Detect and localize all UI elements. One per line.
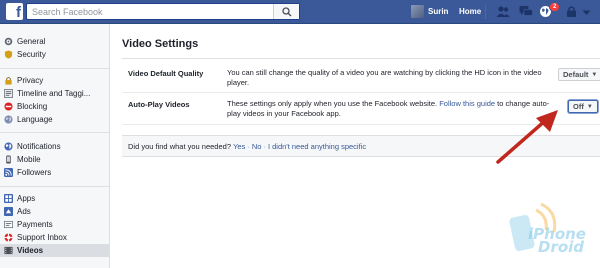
sidebar-group-notifications: Notifications Mobile Followers: [0, 140, 109, 179]
separator-dot: ·: [247, 141, 250, 151]
page-title: Video Settings: [122, 38, 199, 50]
search-icon: [281, 6, 291, 16]
video-icon: [4, 246, 13, 255]
shield-icon: [4, 50, 13, 59]
dropdown-value: Default: [563, 70, 589, 79]
payments-icon: [4, 220, 13, 229]
globe-icon: [4, 115, 13, 124]
sidebar-divider: [0, 132, 109, 133]
sidebar-item-security[interactable]: Security: [0, 48, 109, 61]
feedback-question: Did you find what you needed?: [128, 141, 231, 151]
sidebar-group-privacy: Privacy Timeline and Taggi... Blocking L…: [0, 74, 109, 126]
sidebar-item-label: General: [17, 37, 46, 46]
notification-badge: 2: [549, 2, 561, 12]
video-quality-dropdown[interactable]: Default ▼: [558, 68, 600, 81]
sidebar-item-followers[interactable]: Followers: [0, 166, 109, 179]
setting-description: You can still change the quality of a vi…: [227, 68, 542, 87]
chevron-down-icon: ▼: [591, 71, 598, 78]
ads-icon: [4, 207, 13, 216]
sidebar-item-label: Support Inbox: [17, 233, 67, 242]
block-icon: [4, 102, 13, 111]
search-input[interactable]: [27, 4, 273, 19]
sidebar-item-general[interactable]: General: [0, 35, 109, 48]
top-navigation-bar: f Surin Home 2: [0, 0, 600, 24]
sidebar-item-label: Security: [17, 50, 46, 59]
sidebar-item-label: Ads: [17, 207, 31, 216]
gear-icon: [4, 37, 13, 46]
setting-description-text: These settings only apply when you use t…: [227, 99, 440, 108]
avatar[interactable]: [411, 5, 424, 18]
dropdown-value: Off: [573, 102, 584, 111]
sidebar-item-label: Privacy: [17, 76, 44, 85]
globe-notif-icon: [4, 142, 13, 151]
sidebar-item-label: Videos: [17, 246, 44, 255]
home-link[interactable]: Home: [459, 7, 481, 16]
feedback-didnt-need-link[interactable]: I didn't need anything specific: [268, 142, 366, 151]
search-button[interactable]: [273, 4, 299, 19]
annotation-arrow: [496, 110, 558, 164]
sidebar-item-label: Language: [17, 115, 53, 124]
sidebar-item-blocking[interactable]: Blocking: [0, 100, 109, 113]
nav-divider: [485, 5, 486, 19]
sidebar-item-label: Notifications: [17, 142, 61, 151]
sidebar-item-apps[interactable]: Apps: [0, 192, 109, 205]
privacy-shortcuts-icon[interactable]: [566, 5, 577, 18]
timeline-icon: [4, 89, 13, 98]
search-box: [26, 3, 300, 20]
profile-link[interactable]: Surin: [428, 7, 448, 16]
sidebar-item-label: Apps: [17, 194, 36, 203]
sidebar-item-support-inbox[interactable]: Support Inbox: [0, 231, 109, 244]
feedback-no-link[interactable]: No: [252, 142, 262, 151]
sidebar-divider: [0, 68, 109, 69]
account-menu-chevron-down-icon[interactable]: [582, 10, 591, 16]
separator-dot: ·: [263, 141, 266, 151]
sidebar-item-ads[interactable]: Ads: [0, 205, 109, 218]
auto-play-dropdown[interactable]: Off ▼: [568, 100, 598, 113]
sidebar-divider: [0, 186, 109, 187]
sidebar-item-mobile[interactable]: Mobile: [0, 153, 109, 166]
feedback-yes-link[interactable]: Yes: [233, 142, 245, 151]
sidebar-item-privacy[interactable]: Privacy: [0, 74, 109, 87]
rss-icon: [4, 168, 13, 177]
sidebar-item-timeline-and-tagging[interactable]: Timeline and Taggi...: [0, 87, 109, 100]
watermark-text: iPhone Droid: [528, 227, 586, 255]
sidebar-item-label: Followers: [17, 168, 52, 177]
sidebar-item-notifications[interactable]: Notifications: [0, 140, 109, 153]
setting-row-video-default-quality[interactable]: Video Default Quality You can still chan…: [122, 59, 600, 93]
sidebar-item-payments[interactable]: Payments: [0, 218, 109, 231]
friend-requests-icon[interactable]: [496, 5, 510, 18]
lock-icon: [5, 77, 12, 85]
mobile-icon: [6, 155, 11, 164]
setting-label: Auto-Play Videos: [128, 100, 190, 109]
chevron-down-icon: ▼: [586, 103, 593, 110]
sidebar-group-apps: Apps Ads Payments Support Inbox Videos: [0, 192, 109, 257]
apps-icon: [4, 194, 13, 203]
facebook-logo[interactable]: f: [6, 3, 23, 20]
lifebuoy-icon: [4, 233, 13, 242]
settings-sidebar: General Security Privacy Timeline and Ta…: [0, 24, 110, 268]
sidebar-item-videos[interactable]: Videos: [0, 244, 109, 257]
setting-label: Video Default Quality: [128, 69, 204, 78]
sidebar-item-label: Timeline and Taggi...: [17, 89, 91, 98]
sidebar-item-label: Mobile: [17, 155, 41, 164]
messages-icon[interactable]: [519, 5, 533, 18]
sidebar-group-account: General Security: [0, 35, 109, 61]
sidebar-item-label: Blocking: [17, 102, 48, 111]
follow-guide-link[interactable]: Follow this guide: [439, 99, 495, 108]
sidebar-item-language[interactable]: Language: [0, 113, 109, 126]
sidebar-item-label: Payments: [17, 220, 53, 229]
